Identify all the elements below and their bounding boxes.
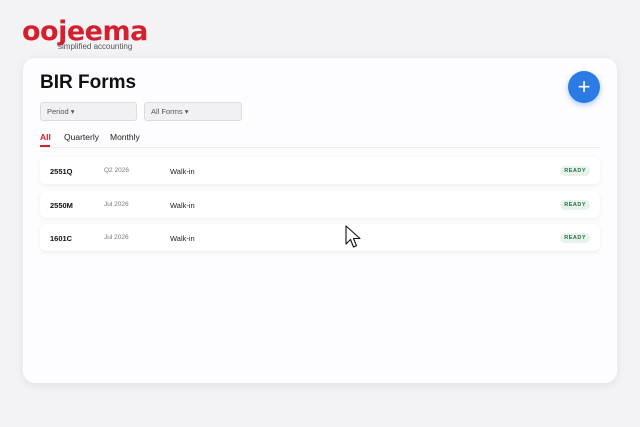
form-row[interactable]: 2551Q Q2 2026 Walk-in READY bbox=[40, 157, 600, 184]
status-badge: READY bbox=[560, 200, 590, 210]
brand-tagline: simplified accounting bbox=[58, 42, 133, 51]
page-title: BIR Forms bbox=[40, 72, 137, 93]
form-period: Jul 2026 bbox=[104, 234, 129, 241]
status-badge: READY bbox=[560, 166, 590, 176]
form-client: Walk-in bbox=[170, 201, 195, 210]
mouse-pointer-icon bbox=[345, 225, 361, 248]
tab-all[interactable]: All bbox=[40, 132, 51, 142]
tab-quarterly[interactable]: Quarterly bbox=[64, 132, 99, 142]
active-tab-indicator bbox=[40, 145, 50, 147]
form-type-filter[interactable]: All Forms ▾ bbox=[144, 102, 242, 121]
period-filter-label: Period ▾ bbox=[47, 107, 75, 116]
form-period: Jul 2026 bbox=[104, 201, 129, 208]
form-client: Walk-in bbox=[170, 167, 195, 176]
period-filter[interactable]: Period ▾ bbox=[40, 102, 137, 121]
form-code: 1601C bbox=[50, 234, 73, 243]
form-row[interactable]: 1601C Jul 2026 Walk-in READY bbox=[40, 224, 600, 251]
plus-icon: + bbox=[577, 74, 591, 99]
tab-monthly[interactable]: Monthly bbox=[110, 132, 140, 142]
form-client: Walk-in bbox=[170, 234, 195, 243]
brand-logo: oojeema simplified accounting bbox=[22, 18, 148, 52]
form-row[interactable]: 2550M Jul 2026 Walk-in READY bbox=[40, 191, 600, 218]
forms-card: BIR Forms + Period ▾ All Forms ▾ All Qua… bbox=[23, 58, 617, 383]
form-code: 2550M bbox=[50, 201, 73, 210]
form-code: 2551Q bbox=[50, 167, 73, 176]
tab-bar: All Quarterly Monthly bbox=[40, 130, 600, 148]
form-period: Q2 2026 bbox=[104, 167, 129, 174]
status-badge: READY bbox=[560, 233, 590, 243]
form-type-filter-label: All Forms ▾ bbox=[151, 107, 189, 116]
add-form-button[interactable]: + bbox=[568, 71, 600, 103]
